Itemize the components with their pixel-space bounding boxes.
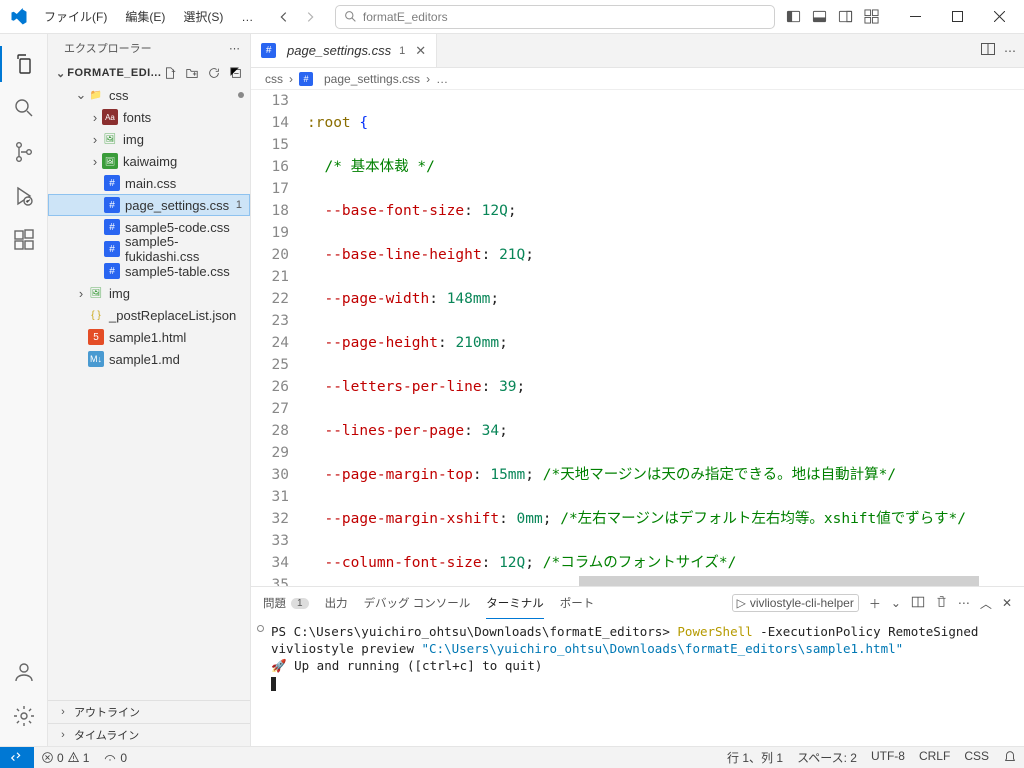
status-encoding[interactable]: UTF-8 xyxy=(864,749,912,763)
tab-pagesettings[interactable]: # page_settings.css1 ✕ xyxy=(251,34,437,67)
status-notifications-icon[interactable] xyxy=(996,749,1024,763)
code-editor[interactable]: 1314151617181920212223242526272829303132… xyxy=(251,90,1024,586)
tree-folder-fonts[interactable]: ›Aafonts xyxy=(48,106,250,128)
activity-search[interactable] xyxy=(0,86,48,130)
status-ports[interactable]: 0 xyxy=(96,747,134,768)
menu-file[interactable]: ファイル(F) xyxy=(36,4,115,29)
tree-file-s1md[interactable]: M↓sample1.md xyxy=(48,348,250,370)
terminal-trash-icon[interactable] xyxy=(935,595,948,611)
tree-file-s1html[interactable]: 5sample1.html xyxy=(48,326,250,348)
search-text: formatE_editors xyxy=(363,10,448,24)
breadcrumb[interactable]: css› #page_settings.css› … xyxy=(251,68,1024,90)
command-center-search[interactable]: formatE_editors xyxy=(335,5,775,29)
layout-panel-icon[interactable] xyxy=(808,5,832,29)
section-timeline[interactable]: ›タイムライン xyxy=(48,723,250,746)
terminal-new-icon[interactable]: ＋ xyxy=(869,595,881,612)
window-minimize-button[interactable] xyxy=(896,2,936,32)
terminal-split-icon[interactable] xyxy=(911,595,925,612)
status-errors[interactable]: 01 xyxy=(34,747,96,768)
panel-tab-output[interactable]: 出力 xyxy=(325,587,348,619)
bottom-panel: 問題1 出力 デバッグ コンソール ターミナル ポート ▷vivliostyle… xyxy=(251,586,1024,746)
tree-folder-img1[interactable]: ›🖼img xyxy=(48,128,250,150)
window-close-button[interactable] xyxy=(980,2,1020,32)
menu-edit[interactable]: 編集(E) xyxy=(117,4,173,29)
new-folder-icon[interactable] xyxy=(183,64,201,82)
refresh-icon[interactable] xyxy=(205,64,223,82)
tree-file-maincss[interactable]: #main.css xyxy=(48,172,250,194)
activity-source-control[interactable] xyxy=(0,130,48,174)
tree-file-s5table[interactable]: #sample5-table.css xyxy=(48,260,250,282)
sidebar-explorer: エクスプローラー ⋯ ⌄ FORMATE_EDI... ⌄📁css ›Aafon… xyxy=(48,34,251,746)
title-bar: ファイル(F) 編集(E) 選択(S) … formatE_editors xyxy=(0,0,1024,34)
tree-folder-kaiwaimg[interactable]: ›🖼kaiwaimg xyxy=(48,150,250,172)
layout-primary-side-icon[interactable] xyxy=(782,5,806,29)
status-language[interactable]: CSS xyxy=(957,749,996,763)
activity-run-debug[interactable] xyxy=(0,174,48,218)
file-tree: ⌄📁css ›Aafonts ›🖼img ›🖼kaiwaimg #main.cs… xyxy=(48,84,250,370)
tab-close-icon[interactable]: ✕ xyxy=(415,43,426,59)
collapse-all-icon[interactable] xyxy=(227,64,245,82)
terminal-task-label[interactable]: ▷vivliostyle-cli-helper xyxy=(732,594,859,612)
panel-tab-debug[interactable]: デバッグ コンソール xyxy=(364,587,471,619)
customize-layout-icon[interactable] xyxy=(860,5,884,29)
activity-extensions[interactable] xyxy=(0,218,48,262)
activity-settings[interactable] xyxy=(0,694,48,738)
search-icon xyxy=(344,10,357,23)
tree-file-pagesettings[interactable]: #page_settings.css1 xyxy=(48,194,250,216)
menu-more[interactable]: … xyxy=(233,6,261,28)
split-editor-icon[interactable] xyxy=(980,41,996,60)
terminal-chevron-down-icon[interactable]: ⌄ xyxy=(891,596,901,610)
panel-tab-problems[interactable]: 問題1 xyxy=(263,587,309,619)
window-maximize-button[interactable] xyxy=(938,2,978,32)
activity-accounts[interactable] xyxy=(0,650,48,694)
panel-tab-ports[interactable]: ポート xyxy=(560,587,595,619)
new-file-icon[interactable] xyxy=(161,64,179,82)
status-spaces[interactable]: スペース: 2 xyxy=(790,749,864,766)
editor-more-icon[interactable]: ⋯ xyxy=(1004,44,1016,58)
explorer-title: エクスプローラー xyxy=(64,40,229,56)
tree-file-s5fuki[interactable]: #sample5-fukidashi.css xyxy=(48,238,250,260)
menu-select[interactable]: 選択(S) xyxy=(175,4,231,29)
activity-bar xyxy=(0,34,48,746)
vscode-logo-icon xyxy=(10,8,28,26)
layout-secondary-side-icon[interactable] xyxy=(834,5,858,29)
terminal-content[interactable]: PS C:\Users\yuichiro_ohtsu\Downloads\for… xyxy=(251,619,1024,746)
panel-maximize-icon[interactable]: ︿ xyxy=(980,595,992,612)
panel-tab-terminal[interactable]: ターミナル xyxy=(486,587,544,619)
workspace-folder-header[interactable]: ⌄ FORMATE_EDI... xyxy=(48,62,250,84)
tree-file-postreplace[interactable]: { }_postReplaceList.json xyxy=(48,304,250,326)
code-content: :root { /* 基本体裁 */ --base-font-size: 12Q… xyxy=(307,90,1024,586)
nav-back-button[interactable] xyxy=(273,6,295,28)
activity-explorer[interactable] xyxy=(0,42,48,86)
status-bar: 01 0 行 1、列 1 スペース: 2 UTF-8 CRLF CSS xyxy=(0,746,1024,768)
section-outline[interactable]: ›アウトライン xyxy=(48,700,250,723)
tree-folder-img2[interactable]: ›🖼img xyxy=(48,282,250,304)
explorer-more-icon[interactable]: ⋯ xyxy=(229,42,240,55)
horizontal-scrollbar[interactable] xyxy=(579,576,979,586)
editor-tabs: # page_settings.css1 ✕ ⋯ xyxy=(251,34,1024,68)
status-remote-button[interactable] xyxy=(0,747,34,768)
panel-close-icon[interactable]: ✕ xyxy=(1002,596,1012,610)
status-position[interactable]: 行 1、列 1 xyxy=(720,749,790,766)
tree-folder-css[interactable]: ⌄📁css xyxy=(48,84,250,106)
terminal-more-icon[interactable]: ⋯ xyxy=(958,596,970,610)
nav-forward-button[interactable] xyxy=(299,6,321,28)
status-eol[interactable]: CRLF xyxy=(912,749,957,763)
